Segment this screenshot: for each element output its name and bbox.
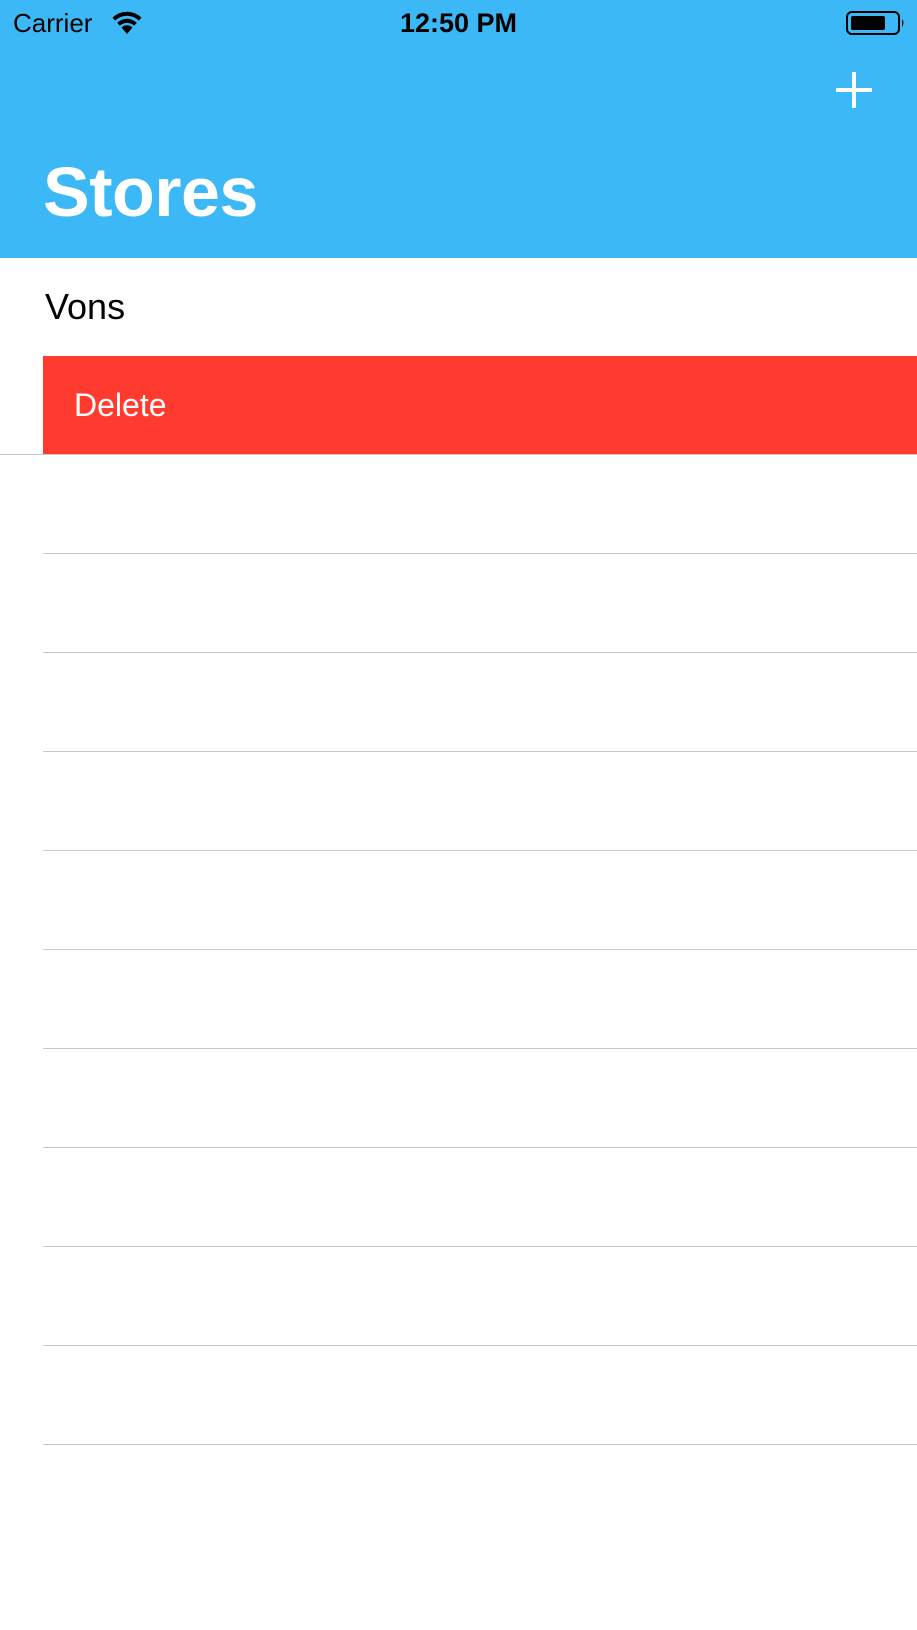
row-divider [43,1147,917,1148]
row-divider [43,553,917,554]
status-time: 12:50 PM [399,8,518,38]
delete-label: Delete [74,387,167,423]
row-divider [43,1048,917,1049]
delete-button[interactable]: Delete [43,356,917,454]
plus-icon [836,72,872,108]
store-name: Vons [45,286,126,327]
page-title: Stores [43,153,258,231]
row-divider [43,751,917,752]
add-store-button[interactable] [828,64,880,116]
store-row-vons[interactable]: Vons [0,258,917,356]
swipe-actions-row: Delete [0,356,917,454]
navigation-bar: Carrier 12:50 PM Stores [0,0,917,258]
battery-icon [846,11,904,35]
row-divider [43,1345,917,1346]
row-divider [43,1444,917,1445]
status-bar: Carrier 12:50 PM [0,0,917,48]
row-divider [43,1246,917,1247]
row-divider [43,652,917,653]
row-divider [0,454,917,455]
row-divider [43,850,917,851]
row-divider [43,949,917,950]
